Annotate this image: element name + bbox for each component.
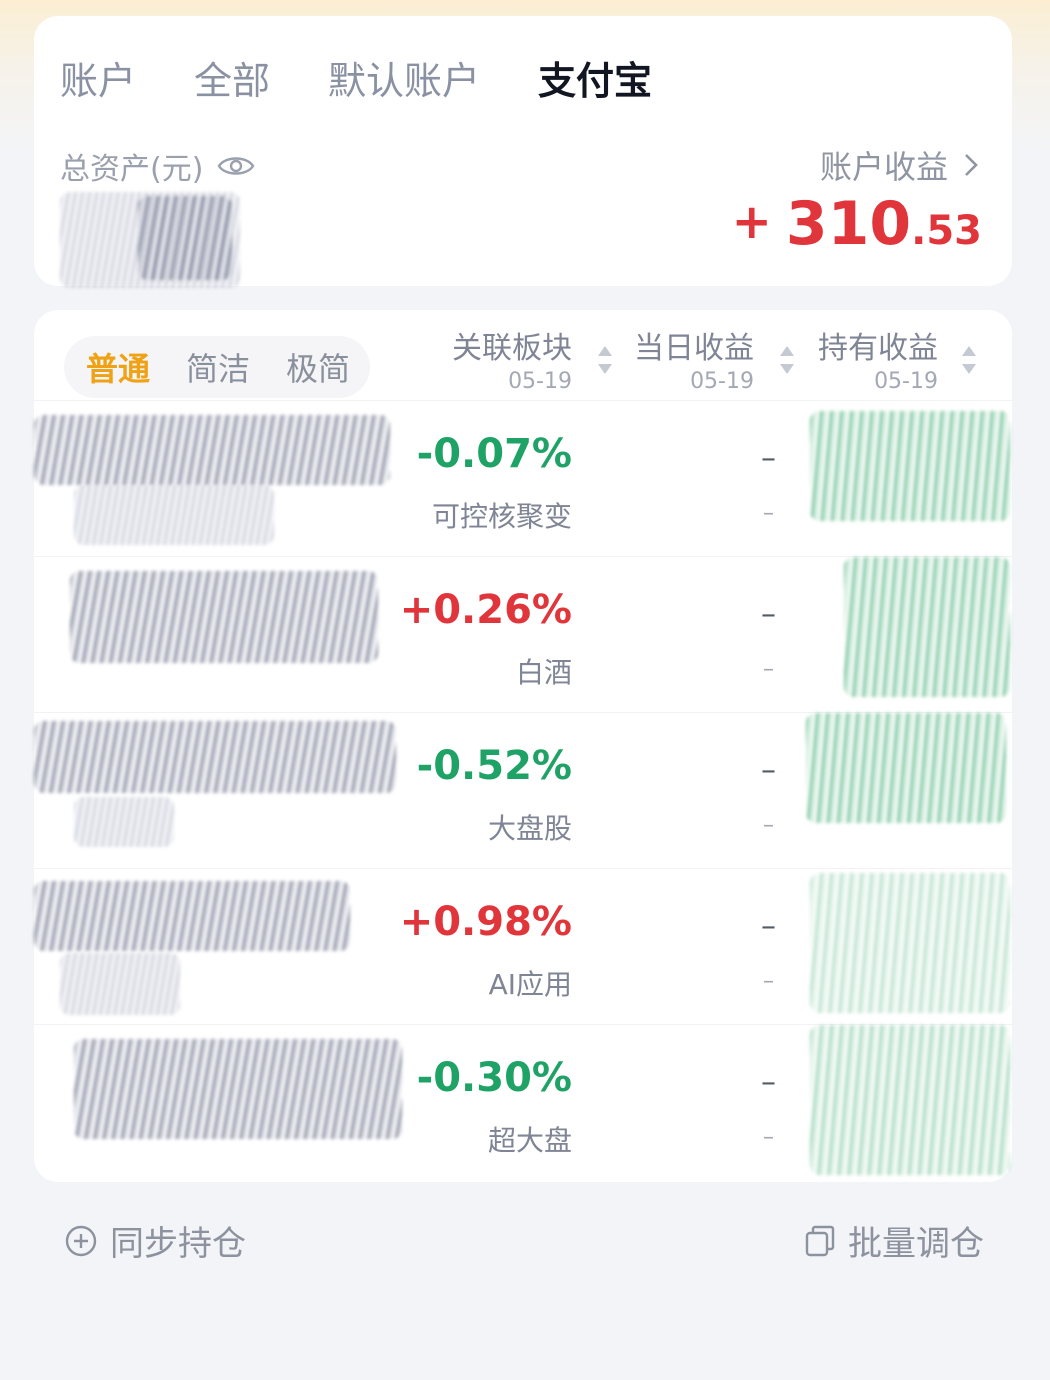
holding-row[interactable]: +0.26% 白酒 – – [34,556,1012,713]
fund-name-redacted [70,571,378,663]
account-profit-value: +310.53 [732,194,982,254]
column-sector-date: 05-19 [508,369,572,394]
sector-change: -0.30% [416,1055,572,1101]
fund-amount-redacted [74,485,274,545]
profit-sign: + [731,194,772,250]
view-mode-concise[interactable]: 简洁 [186,344,250,390]
daily-profit: – [761,909,776,944]
view-mode-minimal[interactable]: 极简 [286,344,350,390]
profit-integer: 310 [785,189,912,259]
sector-name: 超大盘 [487,1124,572,1157]
column-daily-profit[interactable]: 当日收益 05-19 [634,332,754,394]
sync-holdings-label: 同步持仓 [110,1224,246,1264]
holding-profit-redacted [810,1025,1010,1175]
fund-name-redacted [34,881,350,951]
total-assets-label-row: 总资产(元) [60,144,255,188]
view-mode-switch: 普通 简洁 极简 [64,336,370,398]
tab-account[interactable]: 账户 [60,62,136,100]
column-sector[interactable]: 关联板块 05-19 [452,332,572,394]
holding-profit-redacted [810,411,1010,521]
holding-row[interactable]: +0.98% AI应用 – – [34,868,1012,1025]
column-daily-profit-date: 05-19 [690,369,754,394]
chevron-right-icon [965,154,978,176]
sync-holdings-button[interactable]: 同步持仓 [64,1216,246,1265]
column-daily-profit-title: 当日收益 [634,331,754,366]
fund-amount-redacted [60,953,180,1015]
daily-profit: – [761,597,776,632]
sector-change: +0.26% [399,587,572,633]
fund-name-redacted [34,721,396,793]
batch-adjust-label: 批量调仓 [848,1224,984,1264]
tab-alipay[interactable]: 支付宝 [538,62,652,100]
column-holding-profit-title: 持有收益 [818,331,938,366]
holding-row[interactable]: -0.30% 超大盘 – – [34,1024,1012,1181]
daily-profit: – [761,753,776,788]
copy-icon [805,1225,835,1256]
daily-profit: – [761,1065,776,1100]
plus-circle-icon [65,1225,97,1256]
account-summary-card: 账户 全部 默认账户 支付宝 总资产(元) 账户收益 +310.53 [34,16,1012,288]
sort-icon[interactable] [778,340,796,380]
total-assets-label: 总资产(元) [60,152,204,187]
sort-icon[interactable] [960,340,978,380]
holding-profit-redacted [810,873,1010,1013]
fund-name-redacted [74,1039,402,1139]
sector-name: 可控核聚变 [431,500,572,533]
view-mode-normal[interactable]: 普通 [86,344,150,390]
sort-icon[interactable] [596,340,614,380]
total-assets-redacted-core [138,196,232,280]
holding-profit-redacted [844,557,1010,697]
daily-profit-rate: – [763,969,774,994]
daily-profit-rate: – [763,813,774,838]
sector-change: -0.52% [416,743,572,789]
holding-row[interactable]: -0.52% 大盘股 – – [34,712,1012,869]
sector-name: 白酒 [515,656,572,689]
column-holding-profit-date: 05-19 [874,369,938,394]
sector-change: +0.98% [399,899,572,945]
sector-name: AI应用 [488,968,572,1001]
column-sector-title: 关联板块 [452,331,572,366]
sector-name: 大盘股 [487,812,572,845]
holding-profit-redacted [806,713,1006,823]
holdings-card: 普通 简洁 极简 关联板块 05-19 当日收益 05-19 持有收益 05-1… [34,310,1012,1182]
profit-decimal: .53 [911,208,982,254]
eye-icon[interactable] [217,154,255,178]
account-profit-label: 账户收益 [819,148,948,186]
fund-amount-redacted [74,797,174,847]
batch-adjust-button[interactable]: 批量调仓 [804,1216,984,1265]
column-holding-profit[interactable]: 持有收益 05-19 [818,332,938,394]
account-tabs: 账户 全部 默认账户 支付宝 [60,62,710,100]
daily-profit-rate: – [763,657,774,682]
tab-default-account[interactable]: 默认账户 [328,62,480,100]
daily-profit-rate: – [763,1125,774,1150]
tab-all[interactable]: 全部 [194,62,270,100]
daily-profit-rate: – [763,501,774,526]
fund-name-redacted [34,415,390,485]
holding-row[interactable]: -0.07% 可控核聚变 – – [34,400,1012,557]
sector-change: -0.07% [416,431,572,477]
daily-profit: – [761,441,776,476]
account-profit-link[interactable]: 账户收益 [820,142,980,188]
